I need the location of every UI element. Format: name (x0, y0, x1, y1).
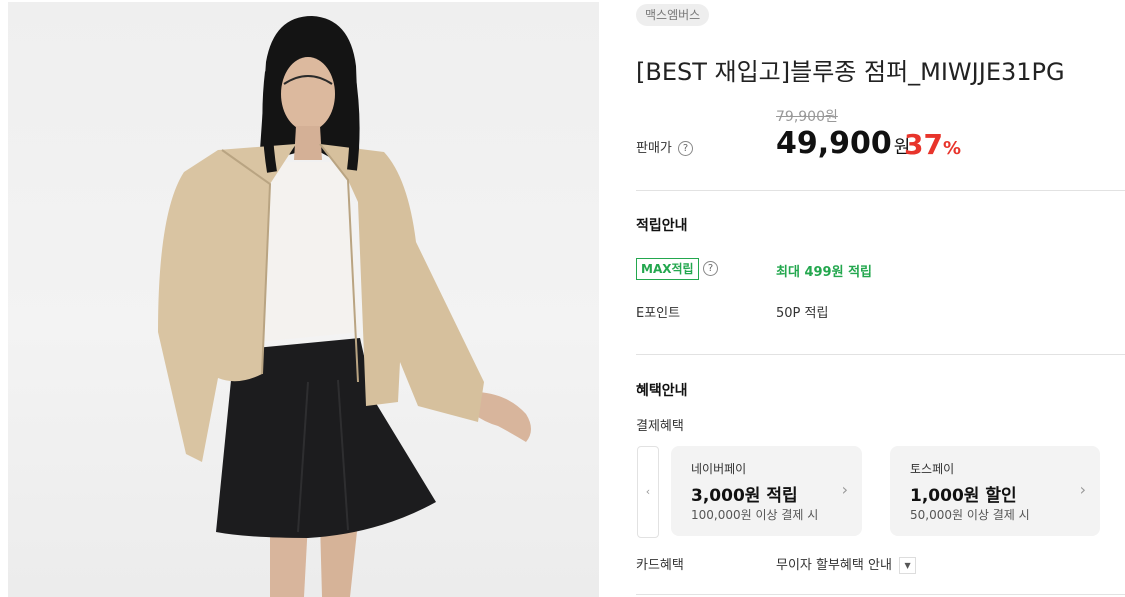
max-points-badge: MAX적립 (636, 258, 699, 280)
epoint-value: 50P 적립 (776, 306, 829, 321)
payment-card-naverpay[interactable]: 네이버페이 3,000원 적립 100,000원 이상 결제 시 › (671, 446, 862, 536)
price-label-row: 판매가 ? (636, 137, 694, 156)
payment-card-tosspay[interactable]: 토스페이 1,000원 할인 50,000원 이상 결제 시 › (890, 446, 1100, 536)
payment-benefit-label: 결제혜택 (636, 419, 684, 434)
divider (636, 190, 1125, 191)
carousel-prev-button[interactable]: ‹ (637, 446, 659, 538)
help-icon[interactable]: ? (678, 141, 694, 156)
model-illustration (158, 16, 531, 597)
original-price: 79,900원 (776, 109, 838, 125)
epoint-label: E포인트 (636, 306, 681, 321)
discount-rate: 37% (904, 128, 961, 161)
sale-price-value: 49,900 (776, 126, 892, 161)
card-benefit-label: 카드혜택 (636, 558, 684, 573)
payment-card-amount: 1,000원 할인 (910, 486, 1017, 506)
product-title: [BEST 재입고]블루종 점퍼_MIWJJE31PG (636, 58, 1065, 86)
help-icon[interactable]: ? (703, 261, 718, 276)
price-label: 판매가 (636, 141, 672, 156)
chevron-right-icon: › (841, 480, 848, 499)
payment-card-condition: 50,000원 이상 결제 시 (910, 508, 1030, 522)
payment-card-name: 토스페이 (910, 462, 955, 476)
points-section-title: 적립안내 (636, 218, 688, 234)
discount-unit: % (942, 138, 962, 159)
discount-value: 37 (904, 128, 943, 161)
brand-badge[interactable]: 맥스엠버스 (636, 4, 710, 26)
benefits-section-title: 혜택안내 (636, 383, 688, 399)
sale-price: 49,900 원 (776, 126, 910, 161)
max-points-text: 최대 499원 적립 (776, 265, 872, 280)
product-image (8, 2, 599, 597)
payment-card-name: 네이버페이 (691, 462, 747, 476)
payment-card-condition: 100,000원 이상 결제 시 (691, 508, 819, 522)
divider (636, 594, 1125, 595)
installment-info-text: 무이자 할부혜택 안내 (776, 558, 892, 573)
chevron-right-icon: › (1079, 480, 1086, 499)
divider (636, 354, 1125, 355)
dropdown-arrow-icon[interactable]: ▼ (899, 557, 917, 574)
payment-card-amount: 3,000원 적립 (691, 486, 798, 506)
installment-info-dropdown[interactable]: 무이자 할부혜택 안내 ▼ (776, 554, 917, 574)
